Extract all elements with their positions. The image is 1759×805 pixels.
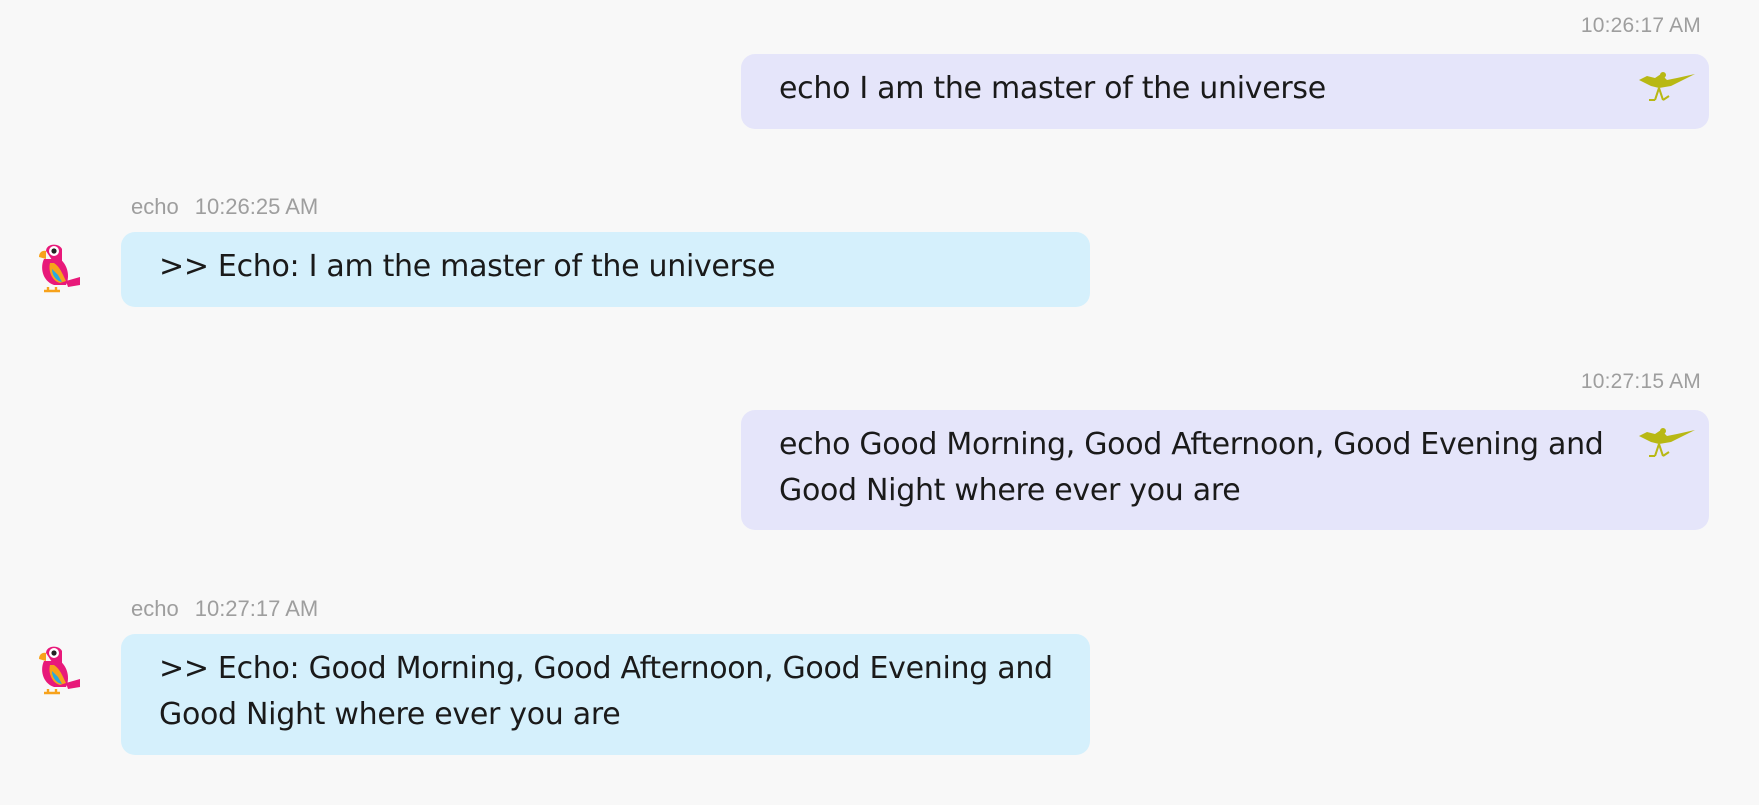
bot-message-text: >> Echo: Good Morning, Good Afternoon, G… [159,651,1053,732]
roadrunner-icon [1639,72,1695,101]
chat-transcript: 10:26:17 AM echo I am the master of the … [0,0,1759,805]
bot-sender-name: echo [131,194,179,219]
user-message-bubble[interactable]: echo Good Morning, Good Afternoon, Good … [741,410,1709,530]
bot-message-bubble[interactable]: >> Echo: I am the master of the universe [121,232,1090,307]
bot-message-meta: echo 10:26:25 AM [131,194,318,220]
bot-message-text: >> Echo: I am the master of the universe [159,249,776,284]
user-message-text: echo Good Morning, Good Afternoon, Good … [779,427,1604,508]
parrot-icon [39,646,80,695]
user-message-bubble[interactable]: echo I am the master of the universe [741,54,1709,129]
bot-message-timestamp: 10:26:25 AM [194,194,319,219]
parrot-icon [39,244,80,293]
bot-message-meta: echo 10:27:17 AM [131,596,318,622]
bot-message-bubble[interactable]: >> Echo: Good Morning, Good Afternoon, G… [121,634,1090,755]
bot-message-timestamp: 10:27:17 AM [194,596,319,621]
bot-sender-name: echo [131,596,179,621]
user-message-timestamp: 10:26:17 AM [1580,14,1701,37]
user-message-timestamp: 10:27:15 AM [1580,370,1701,393]
roadrunner-icon [1639,428,1695,457]
user-message-text: echo I am the master of the universe [779,71,1326,106]
